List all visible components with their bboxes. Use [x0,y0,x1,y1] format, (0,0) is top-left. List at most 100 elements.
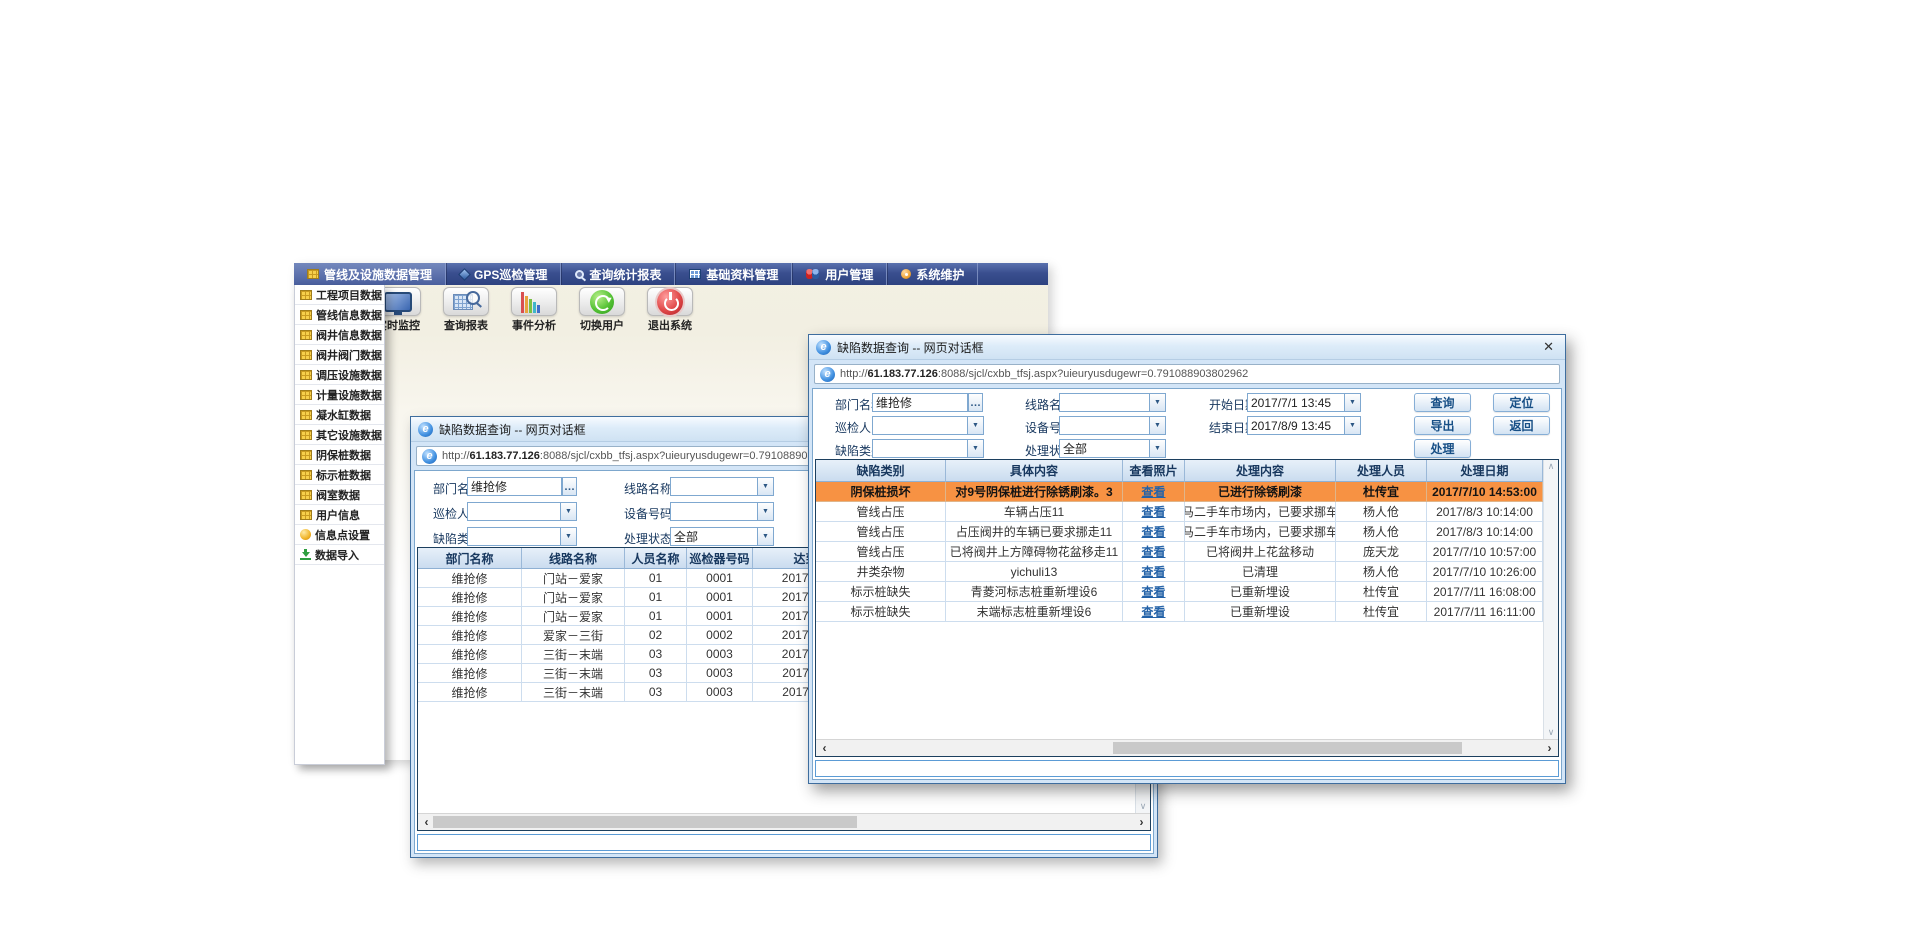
view-photo-link[interactable]: 查看 [1141,523,1165,540]
sidebar-item-9[interactable]: 标示桩数据 [295,465,384,485]
vertical-scrollbar[interactable]: ∧∨ [1543,460,1558,739]
view-photo-link[interactable]: 查看 [1141,563,1165,580]
sidebar-item-3[interactable]: 阀井阀门数据 [295,345,384,365]
sidebar-item-label: 阀室数据 [316,487,360,503]
scroll-right-icon[interactable]: › [1541,740,1558,756]
view-photo-link[interactable]: 查看 [1141,503,1165,520]
sidebar-item-2[interactable]: 阀井信息数据 [295,325,384,345]
patrol-select[interactable]: ▼ [872,416,984,435]
toolbar-button-3[interactable]: 切换用户 [576,287,628,333]
table-row[interactable]: 标示桩缺失青菱河标志桩重新埋设6查看已重新埋设杜传宜2017/7/11 16:0… [816,582,1543,602]
line-label: 线路名称 [624,480,672,497]
sidebar-item-label: 信息点设置 [315,527,370,543]
menu-item-4[interactable]: 用户管理 [792,263,887,285]
table-cell: 杜传宜 [1336,582,1427,602]
dropdown-arrow-icon[interactable]: ▼ [560,528,576,545]
toolbar-button-1[interactable]: 查询报表 [440,287,492,333]
sidebar-item-8[interactable]: 阴保桩数据 [295,445,384,465]
toolbar-button-4[interactable]: 退出系统 [644,287,696,333]
dropdown-arrow-icon[interactable]: ▼ [757,528,773,545]
grid-icon [300,350,312,360]
sidebar-item-7[interactable]: 其它设施数据 [295,425,384,445]
menu-item-2[interactable]: 查询统计报表 [561,263,675,285]
export-button[interactable]: 导出 [1414,416,1471,435]
table-row[interactable]: 标示桩缺失末端标志桩重新埋设6查看已重新埋设杜传宜2017/7/11 16:11… [816,602,1543,622]
dropdown-arrow-icon[interactable]: ▼ [1149,394,1165,411]
url-path: :8088/sjcl/cxbb_tfsj.aspx?uieuryusdugewr… [938,368,1248,380]
query-button[interactable]: 查询 [1414,393,1471,412]
horizontal-scrollbar[interactable]: ‹ › [816,739,1558,756]
table-row[interactable]: 管线占压占压阀井的车辆已要求挪走11查看星马二手车市场内，已要求挪车。杨人伧20… [816,522,1543,542]
menu-item-label: 管线及设施数据管理 [324,266,432,283]
scroll-right-icon[interactable]: › [1133,814,1150,830]
table-cell: 已进行除锈刷漆 [1185,482,1336,502]
dropdown-arrow-icon[interactable]: ▼ [757,478,773,495]
line-select[interactable]: ▼ [670,477,774,496]
patrol-select[interactable]: ▼ [467,502,577,521]
scrollbar-thumb[interactable] [1113,742,1462,754]
back-button[interactable]: 返回 [1493,416,1550,435]
device-select[interactable]: ▼ [1059,416,1166,435]
dropdown-arrow-icon[interactable]: ▼ [967,440,983,457]
view-photo-link[interactable]: 查看 [1141,583,1165,600]
sidebar-item-11[interactable]: 用户信息 [295,505,384,525]
dept-browse-button[interactable]: … [562,477,577,496]
sidebar-item-13[interactable]: 数据导入 [295,545,384,565]
sidebar-item-12[interactable]: 信息点设置 [295,525,384,545]
sidebar-item-4[interactable]: 调压设施数据 [295,365,384,385]
dropdown-arrow-icon[interactable]: ▼ [967,417,983,434]
locate-button[interactable]: 定位 [1493,393,1550,412]
start-date-picker[interactable]: 2017/7/1 13:45▼ [1247,393,1361,412]
dropdown-arrow-icon[interactable]: ▼ [757,503,773,520]
table-row[interactable]: 井类杂物yichuli13查看已清理杨人伧2017/7/10 10:26:00 [816,562,1543,582]
sidebar-item-6[interactable]: 凝水缸数据 [295,405,384,425]
dialog-titlebar[interactable]: e 缺陷数据查询 -- 网页对话框 ✕ [809,335,1565,360]
table-row[interactable]: 管线占压已将阀井上方障碍物花盆移走11查看已将阀井上花盆移动庞天龙2017/7/… [816,542,1543,562]
defect-select[interactable]: ▼ [872,439,984,458]
dialog-urlbar: e http://61.183.77.126:8088/sjcl/cxbb_tf… [809,360,1565,388]
view-photo-link[interactable]: 查看 [1141,483,1165,500]
dept-input[interactable]: 维抢修 [872,393,968,412]
sidebar-item-1[interactable]: 管线信息数据 [295,305,384,325]
table-cell: 查看 [1123,582,1185,602]
sidebar-item-0[interactable]: 工程项目数据 [295,285,384,305]
table-cell: 三街－末端 [522,664,625,683]
status-select[interactable]: 全部▼ [670,527,774,546]
sidebar-item-5[interactable]: 计量设施数据 [295,385,384,405]
menu-item-1[interactable]: GPS巡检管理 [446,263,561,285]
dept-browse-button[interactable]: … [968,393,983,412]
status-select[interactable]: 全部▼ [1059,439,1166,458]
dept-input[interactable]: 维抢修 [467,477,562,496]
menu-item-0[interactable]: 管线及设施数据管理 [294,263,446,285]
table-cell: 2017/7/10 10:57:00 [1427,542,1543,562]
table-row[interactable]: 阴保桩损坏对9号阴保桩进行除锈刷漆。3查看已进行除锈刷漆杜传宜2017/7/10… [816,482,1543,502]
grid-icon [307,269,319,279]
dropdown-arrow-icon[interactable]: ▼ [1344,417,1360,434]
horizontal-scrollbar[interactable]: ‹ › [418,813,1150,830]
table-row[interactable]: 管线占压车辆占压11查看星马二手车市场内，已要求挪车。杨人伧2017/8/3 1… [816,502,1543,522]
table-cell: 维抢修 [418,626,522,645]
view-photo-link[interactable]: 查看 [1141,543,1165,560]
status-bar [815,760,1559,777]
end-date-picker[interactable]: 2017/8/9 13:45▼ [1247,416,1361,435]
dropdown-arrow-icon[interactable]: ▼ [560,503,576,520]
menu-item-5[interactable]: 系统维护 [887,263,978,285]
device-select[interactable]: ▼ [670,502,774,521]
view-photo-link[interactable]: 查看 [1141,603,1165,620]
sidebar-item-10[interactable]: 阀室数据 [295,485,384,505]
table-header-cell: 人员名称 [625,548,687,569]
close-icon[interactable]: ✕ [1539,339,1558,355]
toolbar-button-label: 退出系统 [648,317,692,333]
line-select[interactable]: ▼ [1059,393,1166,412]
table-cell: 门站－爱家 [522,607,625,626]
dropdown-arrow-icon[interactable]: ▼ [1344,394,1360,411]
scrollbar-thumb[interactable] [433,816,858,828]
defect-select[interactable]: ▼ [467,527,577,546]
sidebar-item-label: 凝水缸数据 [316,407,371,423]
toolbar-button-2[interactable]: 事件分析 [508,287,560,333]
dropdown-arrow-icon[interactable]: ▼ [1149,417,1165,434]
dropdown-arrow-icon[interactable]: ▼ [1149,440,1165,457]
scroll-left-icon[interactable]: ‹ [816,740,833,756]
process-button[interactable]: 处理 [1414,439,1471,458]
menu-item-3[interactable]: 基础资料管理 [675,263,792,285]
